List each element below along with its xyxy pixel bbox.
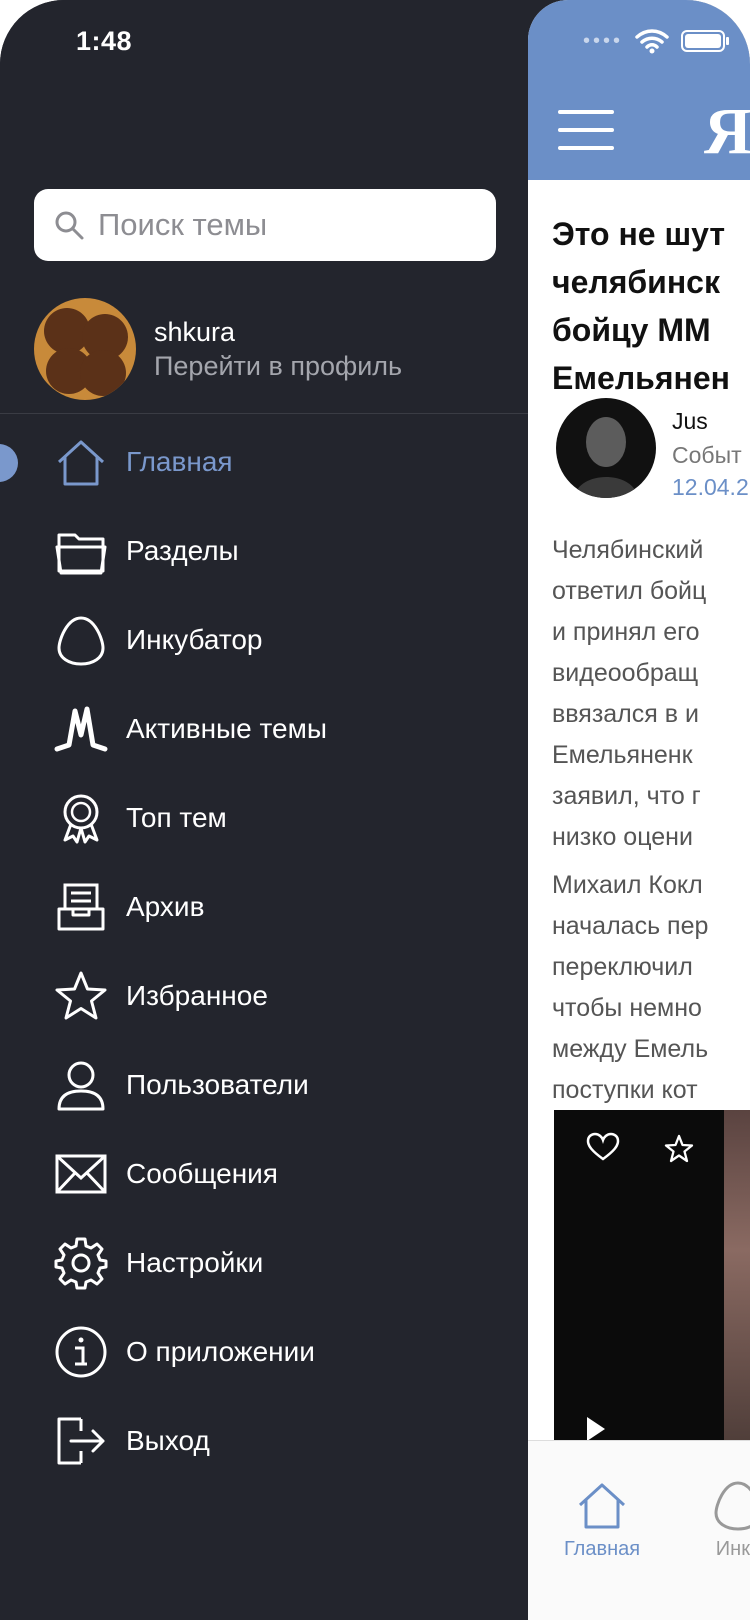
search-field[interactable] [34,189,496,261]
menu-item-label: О приложении [126,1335,315,1367]
tab-incubator[interactable]: Инку [688,1441,750,1561]
video-player[interactable] [554,1110,750,1460]
profile-link[interactable]: Перейти в профиль [154,349,402,383]
menu-button[interactable] [558,110,614,156]
divider [0,413,528,414]
tab-label: Инку [715,1538,750,1560]
active-indicator [0,444,18,482]
status-indicators: •••• [583,28,731,54]
article-paragraph: Михаил Кокл началась пер переключил чтоб… [552,871,709,1104]
heart-icon[interactable] [586,1132,620,1162]
tab-label: Главная [563,1538,641,1560]
menu-item-incubator[interactable]: Инкубатор [0,595,528,684]
menu-item-sections[interactable]: Разделы [0,506,528,595]
article-paragraph: Челябинский ответил бойц и принял его ви… [552,536,707,851]
menu-item-label: Избранное [126,979,268,1011]
author-name[interactable]: Jus [672,408,708,435]
menu-item-label: Главная [126,445,233,477]
menu-item-users[interactable]: Пользователи [0,1040,528,1129]
article: Это не шут челябинск бойцу ММ Емельянен … [528,180,750,1460]
main-content: •••• Я Это не шут челябинск бойцу ММ Еме… [528,0,750,1620]
menu-item-active-topics[interactable]: Активные темы [0,684,528,773]
play-icon[interactable] [584,1415,608,1443]
award-icon [52,789,110,847]
menu-item-label: Пользователи [126,1068,309,1100]
avatar [34,298,136,400]
logout-icon [52,1412,110,1470]
menu-item-label: Настройки [126,1246,264,1278]
drawer-menu: Главная Разделы Инкубатор Активные темы [0,417,528,1485]
battery-icon [681,30,730,52]
brand-logo: Я [704,95,750,168]
status-time: 1:48 [76,26,133,56]
menu-item-label: Активные темы [126,712,327,744]
info-icon [52,1323,110,1381]
navigation-drawer: 1:48 shkura Перейти в профиль Главная [0,0,528,1620]
home-icon [52,433,110,491]
article-date: 12.04.2 [672,474,749,500]
menu-item-label: Разделы [126,534,239,566]
menu-item-label: Топ тем [126,801,227,833]
article-title[interactable]: Это не шут челябинск бойцу ММ Емельянен [552,210,750,402]
author-avatar[interactable] [556,398,656,498]
author-category: Событ [672,442,742,468]
video-frame [724,1110,750,1460]
menu-item-label: Сообщения [126,1157,278,1189]
phone-screen: 1:48 shkura Перейти в профиль Главная [0,0,750,1620]
search-input[interactable] [96,206,480,244]
wifi-icon [635,29,669,54]
activity-icon [52,700,110,758]
menu-item-label: Выход [126,1424,210,1456]
menu-item-label: Инкубатор [126,623,263,655]
menu-item-messages[interactable]: Сообщения [0,1129,528,1218]
tab-home[interactable]: Главная [552,1441,652,1561]
user-icon [52,1056,110,1114]
signal-icon: •••• [583,29,624,52]
menu-item-settings[interactable]: Настройки [0,1218,528,1307]
home-icon [578,1483,626,1529]
menu-item-label: Архив [126,890,205,922]
search-icon [55,211,84,240]
menu-item-top-topics[interactable]: Топ тем [0,773,528,862]
egg-icon [52,611,110,669]
gear-icon [52,1234,110,1292]
menu-item-about[interactable]: О приложении [0,1307,528,1396]
archive-icon [52,878,110,936]
top-bar: •••• Я [528,0,750,180]
menu-item-favorites[interactable]: Избранное [0,951,528,1040]
egg-icon [714,1481,750,1531]
mail-icon [52,1145,110,1203]
menu-item-home[interactable]: Главная [0,417,528,506]
menu-item-archive[interactable]: Архив [0,862,528,951]
star-icon [52,967,110,1025]
folder-icon [52,522,110,580]
profile-username: shkura [154,317,236,347]
star-icon[interactable] [664,1134,694,1164]
menu-item-logout[interactable]: Выход [0,1396,528,1485]
tab-bar: Главная Инку [528,1440,750,1620]
profile-row[interactable]: shkura Перейти в профиль [34,297,494,401]
